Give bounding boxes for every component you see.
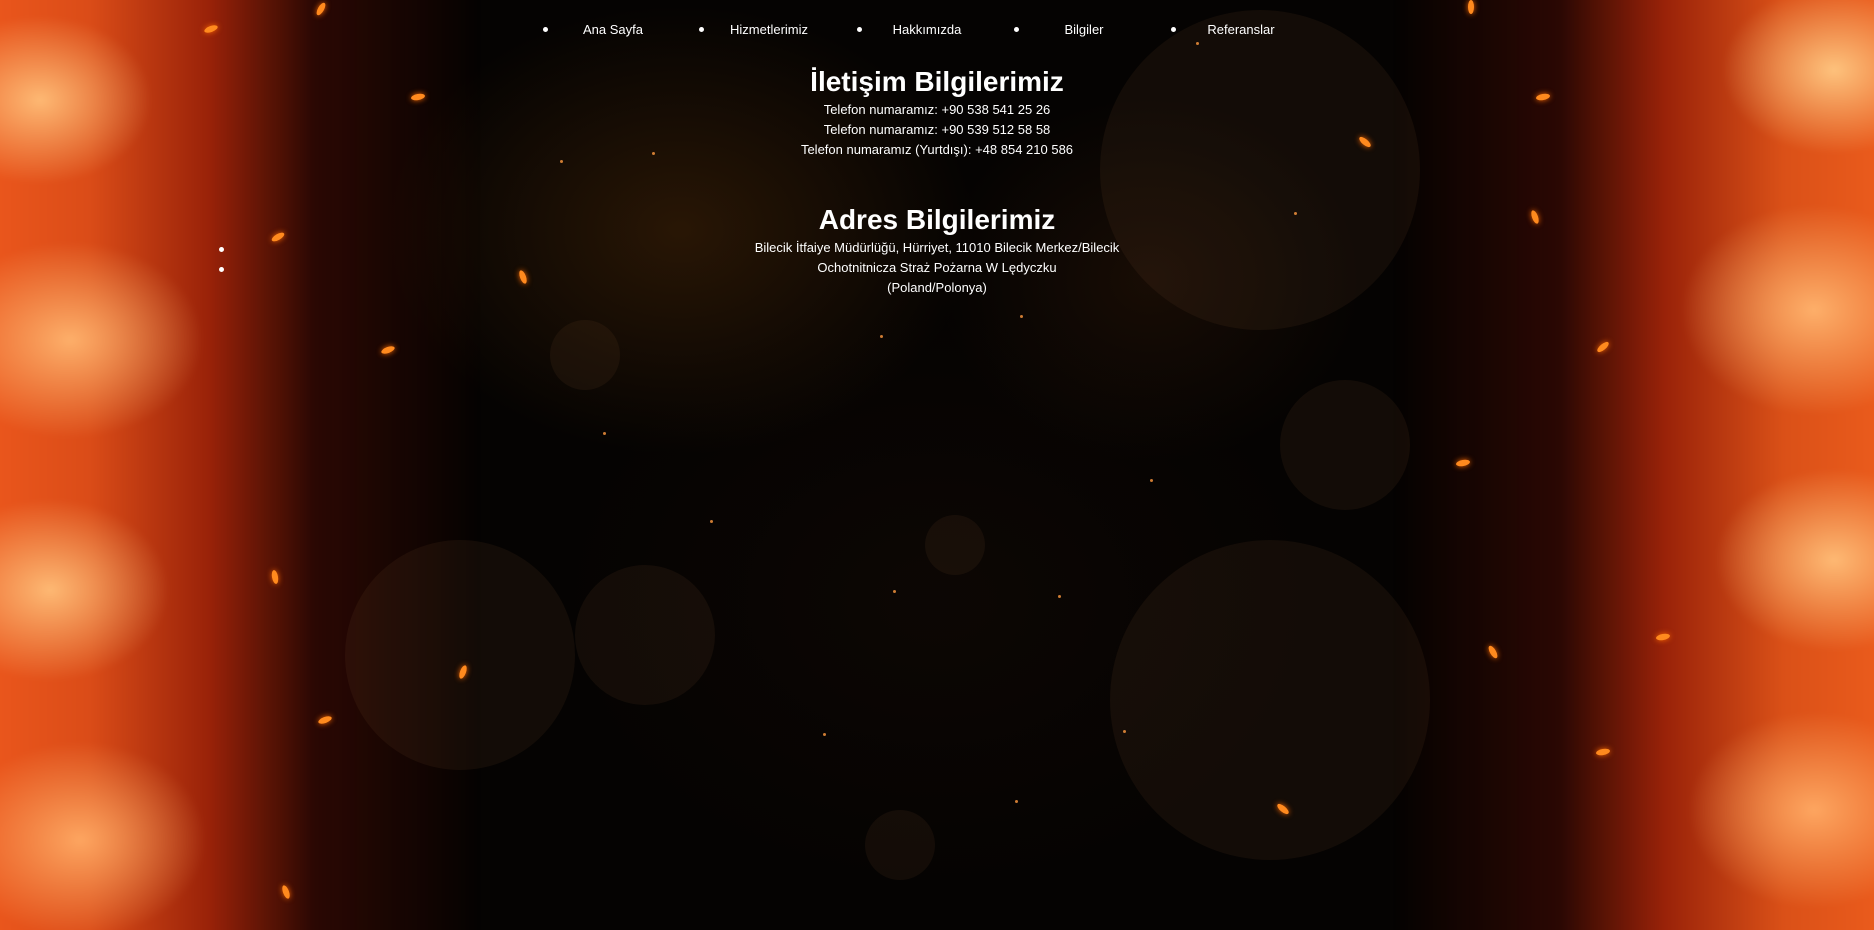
address-title: Adres Bilgilerimiz [818,204,1056,235]
main-navigation: Ana Sayfa Hizmetlerimiz Hakkımızda Bilgi… [530,18,1300,42]
phone-line: Telefon numaramız: +90 539 512 58 58 [823,122,1051,137]
ember-particle [1468,0,1474,14]
spark-particle [880,335,883,338]
nav-item-label: Ana Sayfa [583,22,643,37]
spark-particle [1020,315,1023,318]
bokeh-light [1110,540,1430,860]
address-info-section: Adres Bilgilerimiz Bilecik İtfaiye Müdür… [637,202,1237,298]
spark-particle [1150,479,1153,482]
address-line: Bilecik İtfaiye Müdürlüğü, Hürriyet, 110… [754,240,1120,255]
spark-particle [1196,42,1199,45]
spark-particle [1294,212,1297,215]
nav-item-label: Bilgiler [1064,22,1104,37]
nav-item-hakkimizda[interactable]: Hakkımızda [857,18,997,42]
list-bullet [219,247,224,252]
address-line: (Poland/Polonya) [887,280,987,295]
nav-item-label: Referanslar [1207,22,1275,37]
bokeh-light [345,540,575,770]
spark-particle [560,160,563,163]
spark-particle [603,432,606,435]
nav-item-bilgiler[interactable]: Bilgiler [1014,18,1154,42]
nav-item-label: Hizmetlerimiz [730,22,808,37]
bokeh-light [925,515,985,575]
ember-particle [517,269,529,285]
address-line: Ochotnitnicza Straż Pożarna W Lędyczku [817,260,1057,275]
contact-info-section: İletişim Bilgilerimiz Telefon numaramız:… [637,64,1237,160]
left-flame-decoration [0,0,480,930]
spark-particle [823,733,826,736]
nav-item-label: Hakkımızda [892,22,962,37]
spark-particle [710,520,713,523]
nav-item-hizmetlerimiz[interactable]: Hizmetlerimiz [699,18,839,42]
bokeh-light [575,565,715,705]
spark-particle [1058,595,1061,598]
nav-item-ana-sayfa[interactable]: Ana Sayfa [543,18,683,42]
bokeh-light [865,810,935,880]
list-bullet [219,267,224,272]
spark-particle [1015,800,1018,803]
phone-line-international: Telefon numaramız (Yurtdışı): +48 854 21… [800,142,1074,157]
contact-title: İletişim Bilgilerimiz [810,66,1064,97]
bokeh-light [550,320,620,390]
spark-particle [1123,730,1126,733]
spark-particle [893,590,896,593]
bokeh-light [1280,380,1410,510]
phone-line: Telefon numaramız: +90 538 541 25 26 [823,102,1051,117]
nav-item-referanslar[interactable]: Referanslar [1171,18,1311,42]
